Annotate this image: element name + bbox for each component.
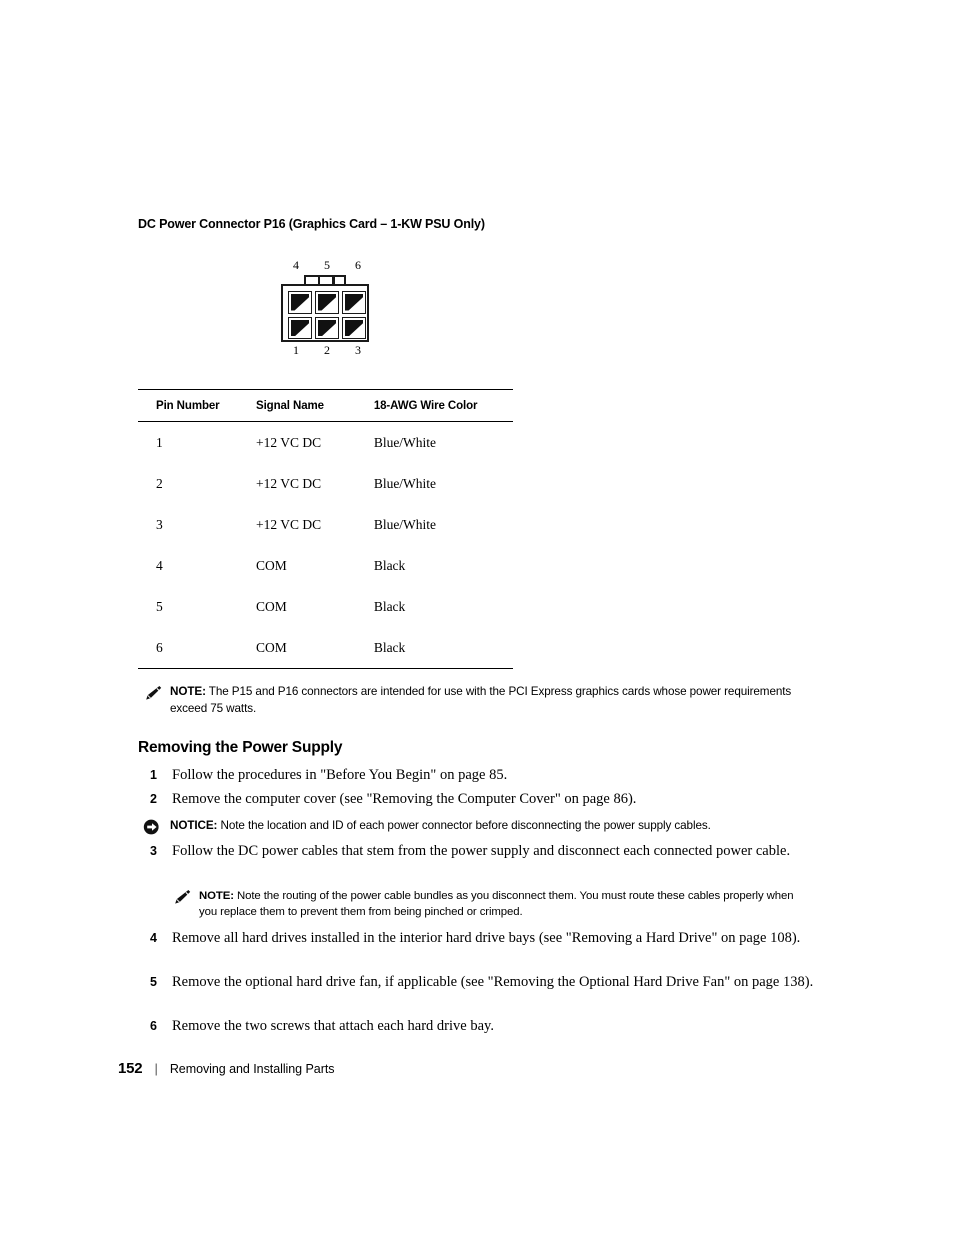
cell-pin-number: 5 [156,598,163,614]
step-text: Follow the procedures in "Before You Beg… [172,767,508,783]
step-number: 4 [150,931,157,945]
cell-signal-name: COM [256,627,374,669]
cell-pin-number: 1 [156,434,163,450]
pin-contact-icon [318,294,336,311]
pin-label-6: 6 [355,258,361,272]
column-header-signal-name: Signal Name [256,389,374,422]
page-title: Removing the Power Supply [138,739,343,756]
cell-pin-number: 2 [156,475,163,491]
list-item: 4 Remove all hard drives installed in th… [150,928,815,949]
pin-contact-icon [345,294,363,311]
step-number: 5 [150,975,157,989]
footer-title: Removing and Installing Parts [169,1062,335,1076]
pin-socket-1 [288,316,312,339]
cell-wire-color: Black [373,598,406,614]
list-item: 2 Remove the computer cover (see "Removi… [150,789,830,810]
list-item: 1 Follow the procedures in "Before You B… [150,765,830,786]
note-body: Note the routing of the power cable bund… [199,890,794,918]
note-text: NOTE: Note the routing of the power cabl… [199,888,802,920]
cell-wire-color: Blue/White [373,475,437,491]
note-label: NOTE: [170,685,206,698]
note-label: NOTE: [199,890,234,902]
table-row: 5 COM Black [138,586,513,627]
pin-contact-icon [345,319,363,336]
step-number: 3 [150,844,157,858]
column-header-wire-color: 18-AWG Wire Color [373,389,513,422]
cell-signal-name: +12 VC DC [256,516,322,532]
pin-label-3: 3 [355,343,361,357]
note-callout: NOTE: The P15 and P16 connectors are int… [143,684,803,717]
list-item: 3 Follow the DC power cables that stem f… [150,841,815,862]
list-item: 5 Remove the optional hard drive fan, if… [150,972,815,993]
pin-label-4: 4 [293,258,299,272]
notice-label: NOTICE: [170,819,218,832]
step-text: Follow the DC power cables that stem fro… [172,843,791,859]
pin-socket-3 [342,316,366,339]
cell-signal-name: COM [256,557,287,573]
pin-label-2: 2 [324,343,330,357]
cell-pin-number: 4 [156,557,163,573]
connector-table-caption: DC Power Connector P16 (Graphics Card – … [138,217,485,231]
top-pin-number-labels: 4 5 6 [281,258,373,272]
pin-contact-icon [318,319,336,336]
table-row: 3 +12 VC DC Blue/White [138,504,513,545]
footer-separator: | [154,1061,158,1076]
cell-signal-name: COM [256,598,287,614]
note-text: NOTE: The P15 and P16 connectors are int… [170,684,803,717]
arrow-circle-icon [143,819,162,835]
step-number: 2 [150,792,157,806]
step-text: Remove the two screws that attach each h… [172,1018,494,1034]
table-row: 4 COM Black [138,545,513,586]
pin-socket-2 [315,316,339,339]
list-item: 6 Remove the two screws that attach each… [150,1016,830,1037]
page-footer: 152 | Removing and Installing Parts [118,1060,334,1077]
connector-housing [281,284,369,342]
column-header-pin-number: Pin Number [138,389,256,422]
step-text: Remove all hard drives installed in the … [172,930,801,946]
cell-wire-color: Black [373,557,406,573]
table-header-row: Pin Number Signal Name 18-AWG Wire Color [138,389,513,422]
cell-wire-color: Black [373,627,513,669]
six-pin-power-connector-diagram: 4 5 6 1 2 3 [281,258,373,358]
pencil-icon [143,685,162,701]
pin-contact-icon [291,294,309,311]
table-head: Pin Number Signal Name 18-AWG Wire Color [138,389,513,422]
pin-socket-5 [315,291,339,314]
cell-pin-number: 6 [138,627,256,669]
cell-pin-number: 3 [156,516,163,532]
bottom-pin-number-labels: 1 2 3 [281,343,373,357]
pinout-table: Pin Number Signal Name 18-AWG Wire Color… [138,389,513,669]
table-body: 1 +12 VC DC Blue/White 2 +12 VC DC Blue/… [138,422,513,669]
document-page: DC Power Connector P16 (Graphics Card – … [0,0,954,1235]
pin-socket-6 [342,291,366,314]
pin-label-1: 1 [293,343,299,357]
note-body: The P15 and P16 connectors are intended … [170,685,792,715]
notice-body: Note the location and ID of each power c… [217,819,711,832]
cell-wire-color: Blue/White [373,434,437,450]
pin-contact-icon [291,319,309,336]
pencil-icon [172,889,191,905]
step-number: 1 [150,768,157,782]
cell-wire-color: Blue/White [373,516,437,532]
pin-socket-4 [288,291,312,314]
table-row: 2 +12 VC DC Blue/White [138,463,513,504]
table-row: 1 +12 VC DC Blue/White [138,422,513,464]
notice-callout: NOTICE: Note the location and ID of each… [143,818,808,835]
step-text: Remove the optional hard drive fan, if a… [172,974,814,990]
pin-label-5: 5 [324,258,330,272]
cell-signal-name: +12 VC DC [256,475,322,491]
table-row: 6 COM Black [138,627,513,669]
notice-text: NOTICE: Note the location and ID of each… [170,818,808,835]
cell-signal-name: +12 VC DC [256,434,322,450]
page-number: 152 [118,1060,143,1077]
step-text: Remove the computer cover (see "Removing… [172,791,637,807]
pin-grid [288,291,366,339]
note-callout: NOTE: Note the routing of the power cabl… [172,888,802,920]
pinout-table-element: Pin Number Signal Name 18-AWG Wire Color… [138,389,513,669]
step-number: 6 [150,1019,157,1033]
